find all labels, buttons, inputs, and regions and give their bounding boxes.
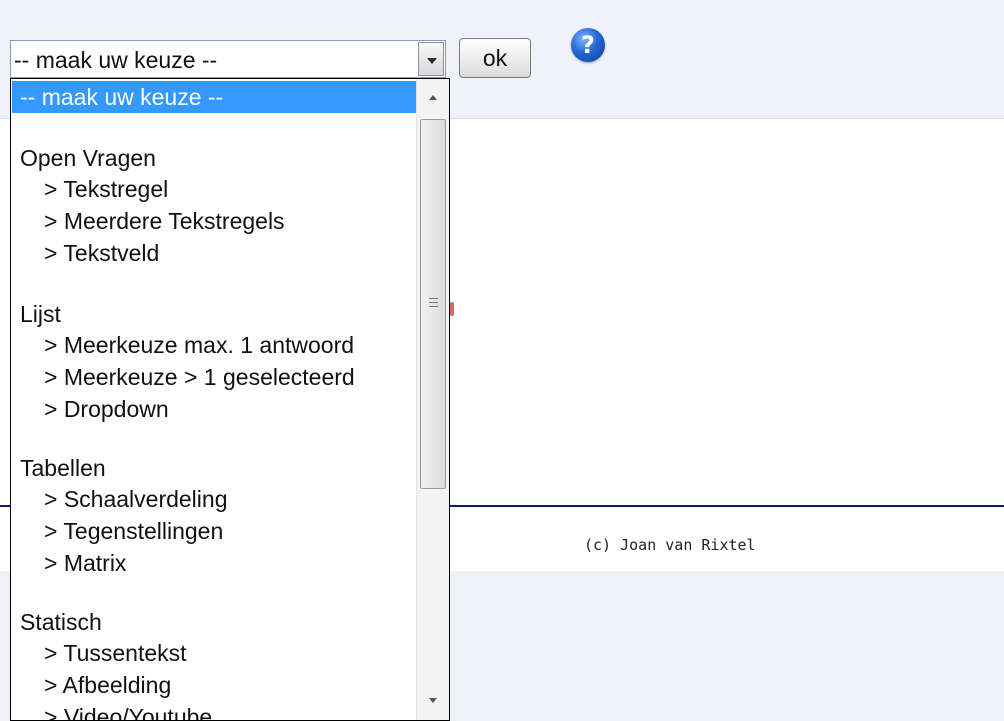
option-afbeelding[interactable]: > Afbeelding bbox=[11, 669, 171, 701]
scroll-up-arrow-icon[interactable] bbox=[419, 81, 447, 115]
grip-line bbox=[429, 298, 438, 299]
option-group-statisch[interactable]: Statisch bbox=[11, 606, 102, 638]
option-tussentekst[interactable]: > Tussentekst bbox=[11, 637, 187, 669]
option-placeholder[interactable]: -- maak uw keuze -- bbox=[12, 81, 420, 113]
copyright-text: (c) Joan van Rixtel bbox=[584, 536, 756, 554]
option-group-tabellen[interactable]: Tabellen bbox=[11, 452, 106, 484]
option-meerkeuze-max-1[interactable]: > Meerkeuze max. 1 antwoord bbox=[11, 329, 354, 361]
ok-button[interactable]: ok bbox=[459, 38, 531, 78]
option-dropdown[interactable]: > Dropdown bbox=[11, 393, 169, 425]
scroll-down-arrow-icon[interactable] bbox=[419, 684, 447, 718]
help-icon[interactable]: ? bbox=[571, 28, 605, 62]
option-tekstregel[interactable]: > Tekstregel bbox=[11, 173, 168, 205]
chevron-down-icon[interactable] bbox=[418, 42, 444, 76]
grip-line bbox=[429, 306, 438, 307]
grip-line bbox=[429, 302, 438, 303]
select-current-value: -- maak uw keuze -- bbox=[14, 47, 218, 73]
dropdown-list[interactable]: -- maak uw keuze -- Open Vragen > Tekstr… bbox=[10, 78, 450, 721]
scrollbar-thumb[interactable] bbox=[420, 119, 446, 489]
option-matrix[interactable]: > Matrix bbox=[11, 547, 126, 579]
content-marker bbox=[450, 302, 454, 316]
option-schaalverdeling[interactable]: > Schaalverdeling bbox=[11, 483, 227, 515]
option-meerkeuze-meer-dan-1[interactable]: > Meerkeuze > 1 geselecteerd bbox=[11, 361, 355, 393]
question-type-select[interactable]: -- maak uw keuze -- bbox=[10, 40, 446, 78]
dropdown-scrollbar[interactable] bbox=[416, 79, 449, 720]
option-group-lijst[interactable]: Lijst bbox=[11, 298, 61, 330]
option-meerdere-tekstregels[interactable]: > Meerdere Tekstregels bbox=[11, 205, 285, 237]
option-video-youtube[interactable]: > Video/Youtube bbox=[11, 701, 212, 720]
option-tegenstellingen[interactable]: > Tegenstellingen bbox=[11, 515, 223, 547]
option-group-open-vragen[interactable]: Open Vragen bbox=[11, 142, 156, 174]
option-tekstveld[interactable]: > Tekstveld bbox=[11, 237, 159, 269]
